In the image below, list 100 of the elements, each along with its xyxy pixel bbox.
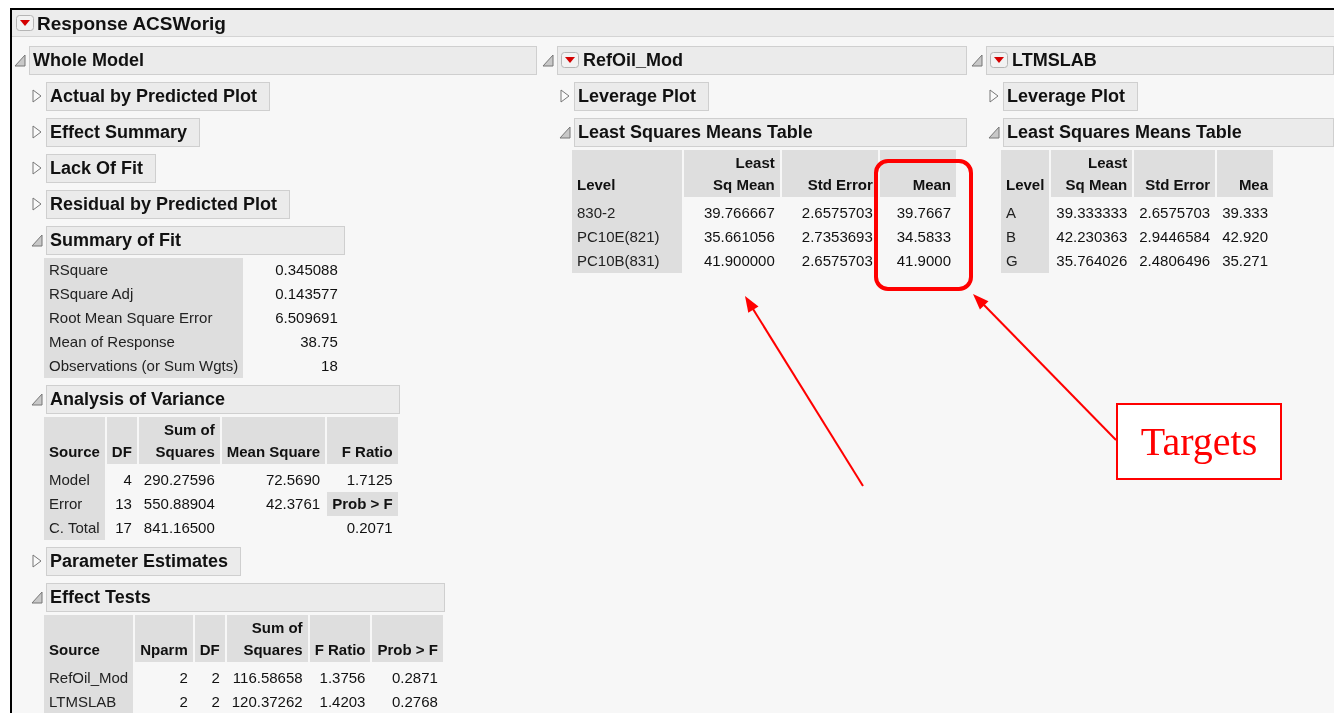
column-header: Sum of Squares bbox=[226, 615, 308, 662]
menu-icon[interactable] bbox=[561, 52, 579, 68]
section-header[interactable]: RefOil_Mod bbox=[557, 45, 967, 75]
column-header: Sum of Squares bbox=[138, 417, 220, 464]
row-label: C. Total bbox=[44, 516, 105, 540]
table-cell-text: 39.7667 bbox=[895, 203, 952, 223]
expanded-triangle-icon[interactable] bbox=[559, 124, 571, 140]
table-cell-text: 34.5833 bbox=[895, 227, 952, 247]
column-header: Level bbox=[572, 150, 682, 197]
row-label: Error bbox=[44, 492, 105, 516]
collapsed-triangle-icon[interactable] bbox=[31, 88, 43, 104]
expanded-triangle-icon[interactable] bbox=[14, 52, 26, 68]
table-cell-text: 1.3756 bbox=[318, 668, 367, 688]
table-cell-text: 35.271 bbox=[1221, 251, 1270, 271]
table-cell-text: 2.4806496 bbox=[1138, 251, 1212, 271]
table-cell-text: 120.37262 bbox=[230, 692, 304, 712]
collapsed-triangle-icon[interactable] bbox=[988, 88, 1000, 104]
column-header: F Ratio bbox=[327, 417, 398, 464]
section-header[interactable]: Whole Model bbox=[29, 45, 537, 75]
column-header: DF bbox=[106, 417, 137, 464]
column-header: DF bbox=[194, 615, 225, 662]
row-label: RefOil_Mod bbox=[44, 662, 134, 690]
collapsed-triangle-icon[interactable] bbox=[31, 553, 43, 569]
table-cell-text: 17 bbox=[114, 518, 133, 538]
row-label: RSquare Adj bbox=[44, 282, 244, 306]
collapsed-triangle-icon[interactable] bbox=[31, 196, 43, 212]
column-header: Least Sq Mean bbox=[683, 150, 780, 197]
table-cell-text: 2 bbox=[210, 668, 221, 688]
table-cell-text: 2 bbox=[178, 692, 189, 712]
menu-icon[interactable] bbox=[990, 52, 1008, 68]
table-cell-text: 1.4203 bbox=[318, 692, 367, 712]
section-header[interactable]: Leverage Plot bbox=[574, 81, 710, 111]
column-header: Nparm bbox=[135, 615, 193, 662]
column-header: Mean bbox=[879, 150, 956, 197]
section-header[interactable]: Effect Tests bbox=[46, 582, 445, 612]
expanded-triangle-icon[interactable] bbox=[971, 52, 983, 68]
report-title: Response ACSWorig bbox=[37, 13, 226, 33]
table-cell-text: 6.509691 bbox=[274, 308, 339, 328]
row-label: Model bbox=[44, 464, 105, 492]
table-cell-text: 0.345088 bbox=[274, 260, 339, 280]
table-cell-text: 0.2071 bbox=[345, 518, 394, 538]
column-header: F Ratio bbox=[309, 615, 371, 662]
section-header[interactable]: Least Squares Means Table bbox=[574, 117, 967, 147]
table-cell-text: 35.661056 bbox=[702, 227, 776, 247]
section-header[interactable]: Analysis of Variance bbox=[46, 384, 400, 414]
table-cell-text: 0.143577 bbox=[274, 284, 339, 304]
table-cell-text: 2.6575703 bbox=[1138, 203, 1212, 223]
row-label: RSquare bbox=[44, 258, 244, 282]
column-header: Least Sq Mean bbox=[1051, 150, 1133, 197]
section-header[interactable]: Residual by Predicted Plot bbox=[46, 189, 291, 219]
table-cell-text: 2.7353693 bbox=[800, 227, 874, 247]
section-header[interactable]: LTMSLAB bbox=[986, 45, 1334, 75]
section-header[interactable]: Summary of Fit bbox=[46, 225, 345, 255]
table-cell-text: 42.3761 bbox=[264, 494, 322, 514]
section-header[interactable]: Effect Summary bbox=[46, 117, 201, 147]
table-cell-text: 42.920 bbox=[1221, 227, 1270, 247]
section-header[interactable]: Actual by Predicted Plot bbox=[46, 81, 271, 111]
table-cell-text: 0.2768 bbox=[391, 692, 439, 712]
section-header[interactable]: Lack Of Fit bbox=[46, 153, 156, 183]
column-header: Std Error bbox=[1134, 150, 1216, 197]
section-header[interactable]: Leverage Plot bbox=[1003, 81, 1139, 111]
row-label: PC10B(831) bbox=[572, 249, 682, 273]
table-cell-text: 2.6575703 bbox=[800, 203, 874, 223]
table-cell-text: 38.75 bbox=[299, 332, 339, 352]
expanded-triangle-icon[interactable] bbox=[988, 124, 1000, 140]
table-cell-text: 1.7125 bbox=[345, 470, 394, 490]
column-header: Source bbox=[44, 615, 134, 662]
row-label: 830-2 bbox=[572, 197, 682, 225]
table-cell-text: 2 bbox=[178, 668, 189, 688]
table-cell-text: 116.58658 bbox=[231, 668, 304, 688]
table-cell-text: 39.333333 bbox=[1055, 203, 1129, 223]
section-header[interactable]: Parameter Estimates bbox=[46, 546, 242, 576]
collapsed-triangle-icon[interactable] bbox=[31, 124, 43, 140]
callout-label: Targets bbox=[1116, 403, 1282, 480]
column-header: Std Error bbox=[781, 150, 878, 197]
row-label: B bbox=[1001, 225, 1050, 249]
table-cell-text: 550.88904 bbox=[142, 494, 216, 514]
collapsed-triangle-icon[interactable] bbox=[31, 160, 43, 176]
table-cell-text: 13 bbox=[114, 494, 133, 514]
table-cell-text: 2 bbox=[210, 692, 221, 712]
menu-icon[interactable] bbox=[16, 15, 34, 31]
table-cell-text: 0.2871 bbox=[391, 668, 439, 688]
row-label: Mean of Response bbox=[44, 330, 244, 354]
column-header: Mea bbox=[1217, 150, 1274, 197]
table-cell-text: 41.9000 bbox=[895, 251, 952, 271]
expanded-triangle-icon[interactable] bbox=[31, 232, 43, 248]
expanded-triangle-icon[interactable] bbox=[31, 391, 43, 407]
section-header[interactable]: Least Squares Means Table bbox=[1003, 117, 1334, 147]
expanded-triangle-icon[interactable] bbox=[31, 589, 43, 605]
row-label: Root Mean Square Error bbox=[44, 306, 244, 330]
column-header: Source bbox=[44, 417, 105, 464]
table-cell-text: 42.230363 bbox=[1055, 227, 1129, 247]
table-cell-text: 4 bbox=[122, 470, 133, 490]
column-header: Prob > F bbox=[372, 615, 443, 662]
expanded-triangle-icon[interactable] bbox=[542, 52, 554, 68]
table-cell-text: 841.16500 bbox=[142, 518, 216, 538]
row-label: G bbox=[1001, 249, 1050, 273]
column-header: Mean Square bbox=[221, 417, 326, 464]
row-label: PC10E(821) bbox=[572, 225, 682, 249]
collapsed-triangle-icon[interactable] bbox=[559, 88, 571, 104]
